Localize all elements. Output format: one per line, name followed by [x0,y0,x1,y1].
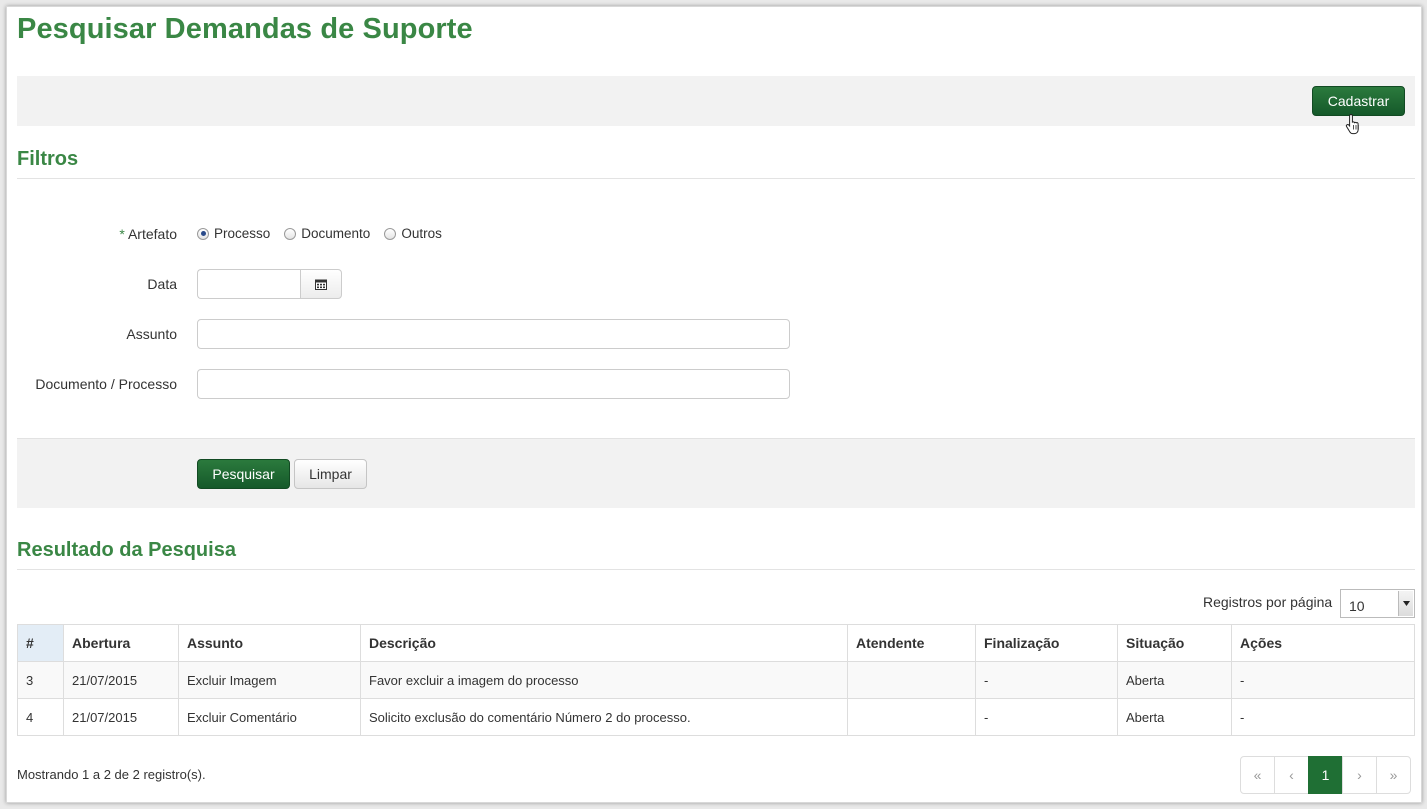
artefato-label: * Artefato [7,226,177,242]
artefato-label-text: Artefato [127,226,177,242]
radio-outros-control[interactable] [384,227,397,240]
cell-abertura: 21/07/2015 [63,698,179,736]
cell-descricao: Favor excluir a imagem do processo [360,661,848,699]
cell-finalizacao: - [975,661,1118,699]
cell-acoes: - [1231,698,1415,736]
caret-down-icon[interactable] [1398,591,1413,616]
pagination: « ‹ 1 › » [1240,756,1411,794]
cell-atendente [847,698,976,736]
pagination-current-page[interactable]: 1 [1308,756,1343,794]
cell-finalizacao: - [975,698,1118,736]
results-summary: Mostrando 1 a 2 de 2 registro(s). [17,767,206,782]
cell-number: 3 [17,661,64,699]
column-header-assunto[interactable]: Assunto [178,624,361,662]
radio-processo-control[interactable] [197,227,209,240]
assunto-label: Assunto [126,326,177,342]
assunto-input[interactable] [197,319,790,349]
toolbar: Cadastrar [17,76,1415,135]
column-header-abertura[interactable]: Abertura [63,624,179,662]
calendar-icon [315,279,327,290]
table-row[interactable]: 4 21/07/2015 Excluir Comentário Solicito… [17,698,1415,736]
calendar-button[interactable] [300,269,342,299]
radio-documento[interactable]: Documento [284,226,370,241]
per-page-label: Registros por página [1203,594,1333,610]
date-input[interactable] [197,269,301,299]
artefato-radio-group: Processo Documento Outros [197,226,456,241]
pesquisar-button[interactable]: Pesquisar [197,459,290,489]
radio-documento-control[interactable] [284,227,297,240]
table-row[interactable]: 3 21/07/2015 Excluir Imagem Favor exclui… [17,661,1415,699]
pagination-prev[interactable]: ‹ [1274,756,1309,794]
radio-documento-label: Documento [301,226,371,241]
pagination-next[interactable]: › [1342,756,1377,794]
column-header-finalizacao[interactable]: Finalização [975,624,1118,662]
column-header-situacao[interactable]: Situação [1117,624,1232,662]
required-mark: * [119,226,125,242]
radio-outros-label: Outros [401,226,442,241]
documento-processo-label: Documento / Processo [35,376,177,392]
radio-processo[interactable]: Processo [197,226,270,241]
radio-processo-label: Processo [214,226,271,241]
column-header-number[interactable]: # [17,624,64,662]
hand-cursor-icon [1345,113,1359,135]
cell-acoes: - [1231,661,1415,699]
per-page-value: 10 [1349,598,1365,614]
page-frame: Pesquisar Demandas de Suporte Cadastrar … [6,6,1422,803]
column-header-descricao[interactable]: Descrição [360,624,848,662]
limpar-button[interactable]: Limpar [294,459,367,489]
cell-assunto: Excluir Imagem [178,661,361,699]
cell-descricao: Solicito exclusão do comentário Número 2… [360,698,848,736]
pagination-first[interactable]: « [1240,756,1275,794]
cadastrar-button[interactable]: Cadastrar [1312,86,1405,116]
table-header-row: # Abertura Assunto Descrição Atendente F… [17,624,1415,662]
column-header-atendente[interactable]: Atendente [847,624,976,662]
filters-divider [17,178,1415,179]
per-page-select[interactable]: 10 [1340,589,1415,618]
data-label: Data [147,276,177,292]
cell-abertura: 21/07/2015 [63,661,179,699]
cell-assunto: Excluir Comentário [178,698,361,736]
radio-outros[interactable]: Outros [384,226,442,241]
page-title: Pesquisar Demandas de Suporte [17,13,473,45]
pagination-last[interactable]: » [1376,756,1411,794]
cell-situacao: Aberta [1117,698,1232,736]
results-section-title: Resultado da Pesquisa [17,539,236,561]
form-actions: Pesquisar Limpar [17,438,1415,508]
results-divider [17,569,1415,570]
cell-number: 4 [17,698,64,736]
cell-atendente [847,661,976,699]
cell-situacao: Aberta [1117,661,1232,699]
column-header-acoes: Ações [1231,624,1415,662]
documento-processo-input[interactable] [197,369,790,399]
results-table: # Abertura Assunto Descrição Atendente F… [17,624,1415,736]
filters-section-title: Filtros [17,148,79,170]
